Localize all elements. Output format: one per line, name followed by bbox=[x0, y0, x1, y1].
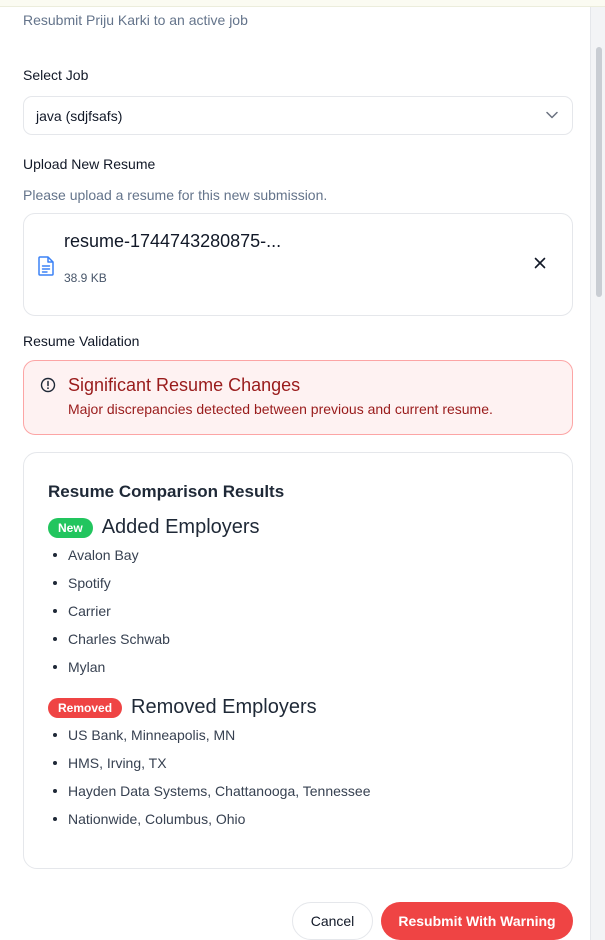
list-item: Spotify bbox=[48, 573, 170, 601]
comparison-results-card: Resume Comparison Results New Added Empl… bbox=[23, 452, 573, 869]
upload-help-text: Please upload a resume for this new subm… bbox=[23, 187, 328, 203]
resume-validation-label: Resume Validation bbox=[23, 333, 140, 349]
validation-alert: Significant Resume Changes Major discrep… bbox=[23, 360, 573, 435]
list-item: Mylan bbox=[48, 657, 170, 685]
alert-circle-icon bbox=[40, 377, 56, 393]
file-size: 38.9 KB bbox=[64, 271, 107, 285]
list-item: Hayden Data Systems, Chattanooga, Tennes… bbox=[48, 781, 370, 809]
alert-title: Significant Resume Changes bbox=[68, 375, 301, 395]
removed-employers-header: Removed Removed Employers bbox=[48, 696, 317, 719]
list-item: Nationwide, Columbus, Ohio bbox=[48, 809, 370, 837]
cancel-button[interactable]: Cancel bbox=[292, 902, 373, 940]
removed-employers-list: US Bank, Minneapolis, MN HMS, Irving, TX… bbox=[48, 725, 370, 837]
background-page-edge bbox=[590, 7, 605, 940]
chevron-down-icon bbox=[546, 110, 558, 122]
added-employers-list: Avalon Bay Spotify Carrier Charles Schwa… bbox=[48, 545, 170, 685]
list-item: Carrier bbox=[48, 601, 170, 629]
uploaded-file-card: resume-1744743280875-... 38.9 KB bbox=[23, 213, 573, 316]
removed-employers-title: Removed Employers bbox=[131, 696, 317, 718]
comparison-title: Resume Comparison Results bbox=[48, 482, 285, 501]
resubmit-dialog: Resubmit Priju Karki to an active job Se… bbox=[0, 0, 590, 940]
scrollbar-thumb[interactable] bbox=[596, 47, 602, 297]
select-job-label: Select Job bbox=[23, 67, 89, 83]
dialog-subtitle: Resubmit Priju Karki to an active job bbox=[23, 12, 248, 28]
job-select[interactable]: java (sdjfsafs) bbox=[23, 96, 573, 135]
job-select-value: java (sdjfsafs) bbox=[36, 107, 123, 124]
file-text-icon bbox=[38, 256, 54, 276]
upload-resume-label: Upload New Resume bbox=[23, 156, 156, 172]
list-item: HMS, Irving, TX bbox=[48, 753, 370, 781]
added-employers-header: New Added Employers bbox=[48, 516, 260, 539]
list-item: Charles Schwab bbox=[48, 629, 170, 657]
alert-description: Major discrepancies detected between pre… bbox=[68, 401, 493, 417]
removed-badge: Removed bbox=[48, 697, 123, 718]
resubmit-with-warning-button[interactable]: Resubmit With Warning bbox=[381, 902, 573, 940]
added-employers-title: Added Employers bbox=[101, 516, 260, 538]
new-badge: New bbox=[48, 517, 93, 538]
list-item: US Bank, Minneapolis, MN bbox=[48, 725, 370, 753]
file-name: resume-1744743280875-... bbox=[64, 231, 282, 251]
close-icon[interactable] bbox=[532, 255, 548, 271]
list-item: Avalon Bay bbox=[48, 545, 170, 573]
